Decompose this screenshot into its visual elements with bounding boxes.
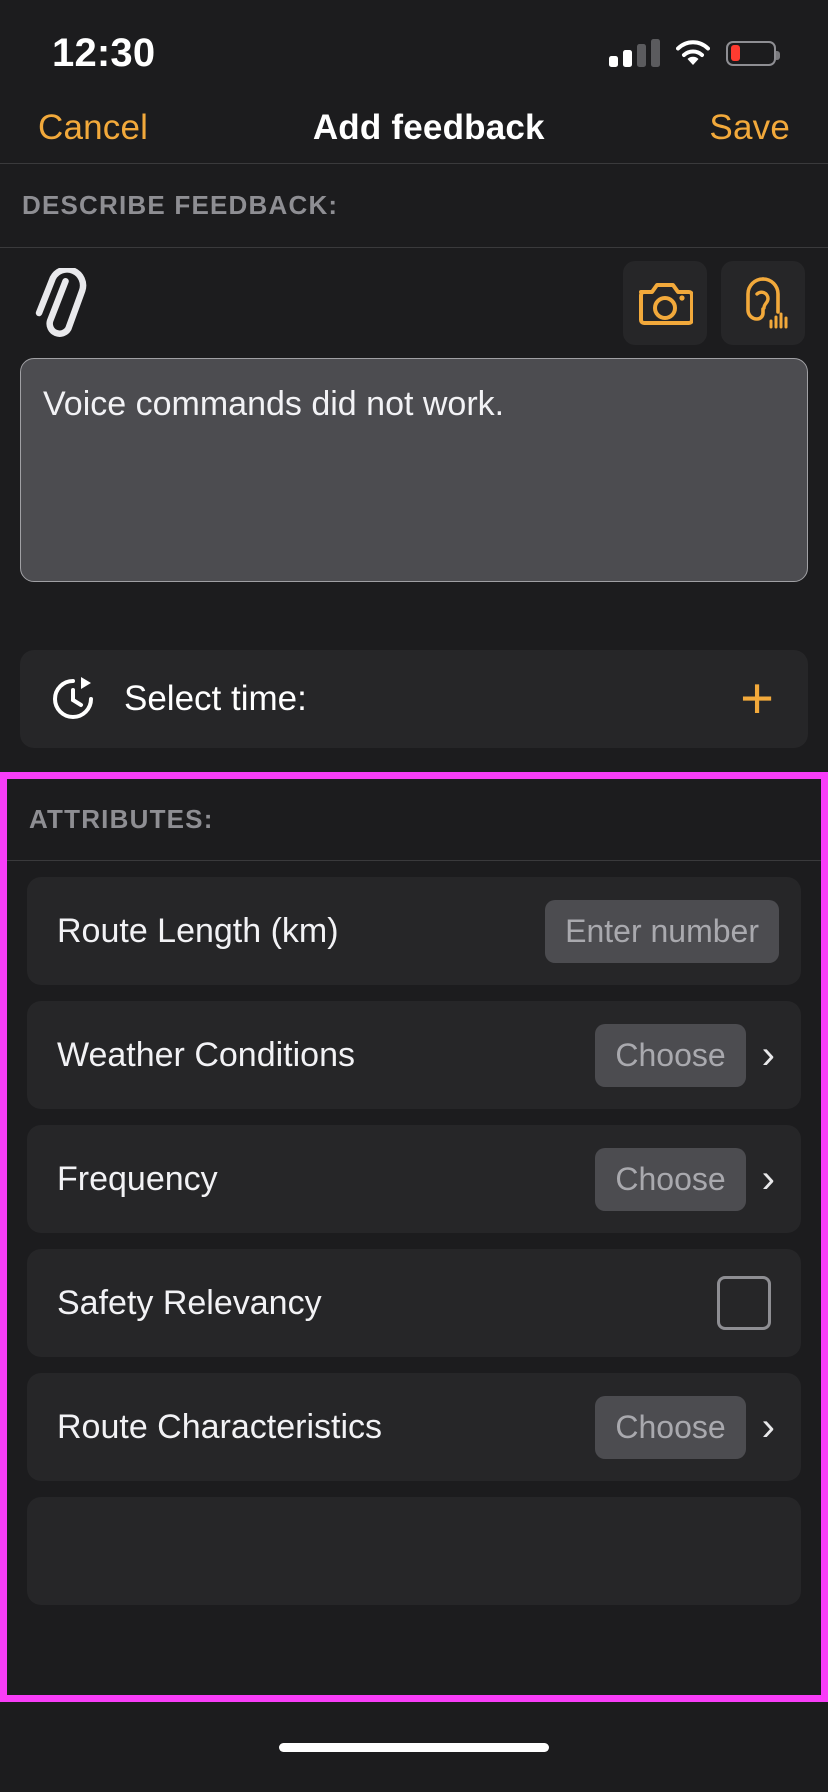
attribute-control: Choose › <box>595 1147 779 1211</box>
select-time-left: Select time: <box>48 674 307 724</box>
paperclip-icon[interactable] <box>23 266 97 340</box>
describe-feedback-header: DESCRIBE FEEDBACK: <box>0 164 828 248</box>
feedback-text: Voice commands did not work. <box>43 385 505 423</box>
home-indicator-area <box>0 1702 828 1792</box>
chevron-right-icon: › <box>761 1033 775 1077</box>
attributes-header: ATTRIBUTES: <box>7 779 821 861</box>
attachment-toolbar <box>20 248 808 358</box>
attributes-highlight-box: ATTRIBUTES: Route Length (km) Enter numb… <box>0 772 828 1702</box>
attribute-label: Route Characteristics <box>57 1407 383 1446</box>
status-time: 12:30 <box>52 30 156 75</box>
attribute-control: Enter number <box>545 899 779 963</box>
frequency-chooser[interactable]: Choose <box>595 1147 746 1211</box>
select-time-row[interactable]: Select time: + <box>20 650 808 748</box>
page-title: Add feedback <box>312 107 545 147</box>
attribute-label: Safety Relevancy <box>57 1283 322 1322</box>
attribute-row-safety-relevancy[interactable]: Safety Relevancy <box>27 1249 801 1357</box>
route-length-input[interactable]: Enter number <box>545 899 779 963</box>
attribute-label: Weather Conditions <box>57 1035 355 1074</box>
clock-refresh-icon <box>53 677 93 719</box>
attributes-list: Route Length (km) Enter number Weather C… <box>7 861 821 1605</box>
attribute-row-frequency[interactable]: Frequency Choose › <box>27 1125 801 1233</box>
camera-icon <box>639 283 693 325</box>
attribute-control: Choose › <box>595 1023 779 1087</box>
navigation-bar: Cancel Add feedback Save <box>0 92 828 164</box>
attribute-row-route-characteristics[interactable]: Route Characteristics Choose › <box>27 1373 801 1481</box>
wifi-icon <box>676 40 710 66</box>
route-characteristics-chooser[interactable]: Choose <box>595 1395 746 1459</box>
attribute-label: Frequency <box>57 1159 218 1198</box>
attribute-control: Choose › <box>595 1395 779 1459</box>
describe-feedback-header-label: DESCRIBE FEEDBACK: <box>22 190 339 220</box>
chevron-right-icon: › <box>761 1405 775 1449</box>
app-screen: 12:30 Cancel Add feedback Save DESCRIBE … <box>0 0 828 1792</box>
attribute-row-weather-conditions[interactable]: Weather Conditions Choose › <box>27 1001 801 1109</box>
status-icons <box>609 25 780 67</box>
battery-low-icon <box>726 40 780 66</box>
gap <box>20 748 808 772</box>
home-indicator[interactable] <box>279 1742 549 1752</box>
attribute-label: Route Length (km) <box>57 911 339 950</box>
describe-feedback-body: Voice commands did not work. Select time… <box>0 248 828 772</box>
attribute-control <box>717 1276 779 1330</box>
save-button[interactable]: Save <box>709 108 790 148</box>
safety-relevancy-checkbox[interactable] <box>717 1276 771 1330</box>
add-time-button[interactable]: + <box>740 670 780 728</box>
attribute-row-route-length[interactable]: Route Length (km) Enter number <box>27 877 801 985</box>
cancel-button[interactable]: Cancel <box>38 108 148 148</box>
status-bar: 12:30 <box>0 0 828 92</box>
feedback-textarea[interactable]: Voice commands did not work. <box>20 358 808 582</box>
voice-listening-icon <box>746 277 788 329</box>
cellular-signal-icon <box>609 39 660 67</box>
select-time-label: Select time: <box>124 679 307 718</box>
chevron-right-icon: › <box>761 1157 775 1201</box>
attribute-row-partial[interactable] <box>27 1497 801 1605</box>
camera-button[interactable] <box>623 261 707 345</box>
weather-conditions-chooser[interactable]: Choose <box>595 1023 746 1087</box>
voice-listening-button[interactable] <box>721 261 805 345</box>
media-buttons <box>623 261 805 345</box>
attributes-header-label: ATTRIBUTES: <box>29 804 214 834</box>
